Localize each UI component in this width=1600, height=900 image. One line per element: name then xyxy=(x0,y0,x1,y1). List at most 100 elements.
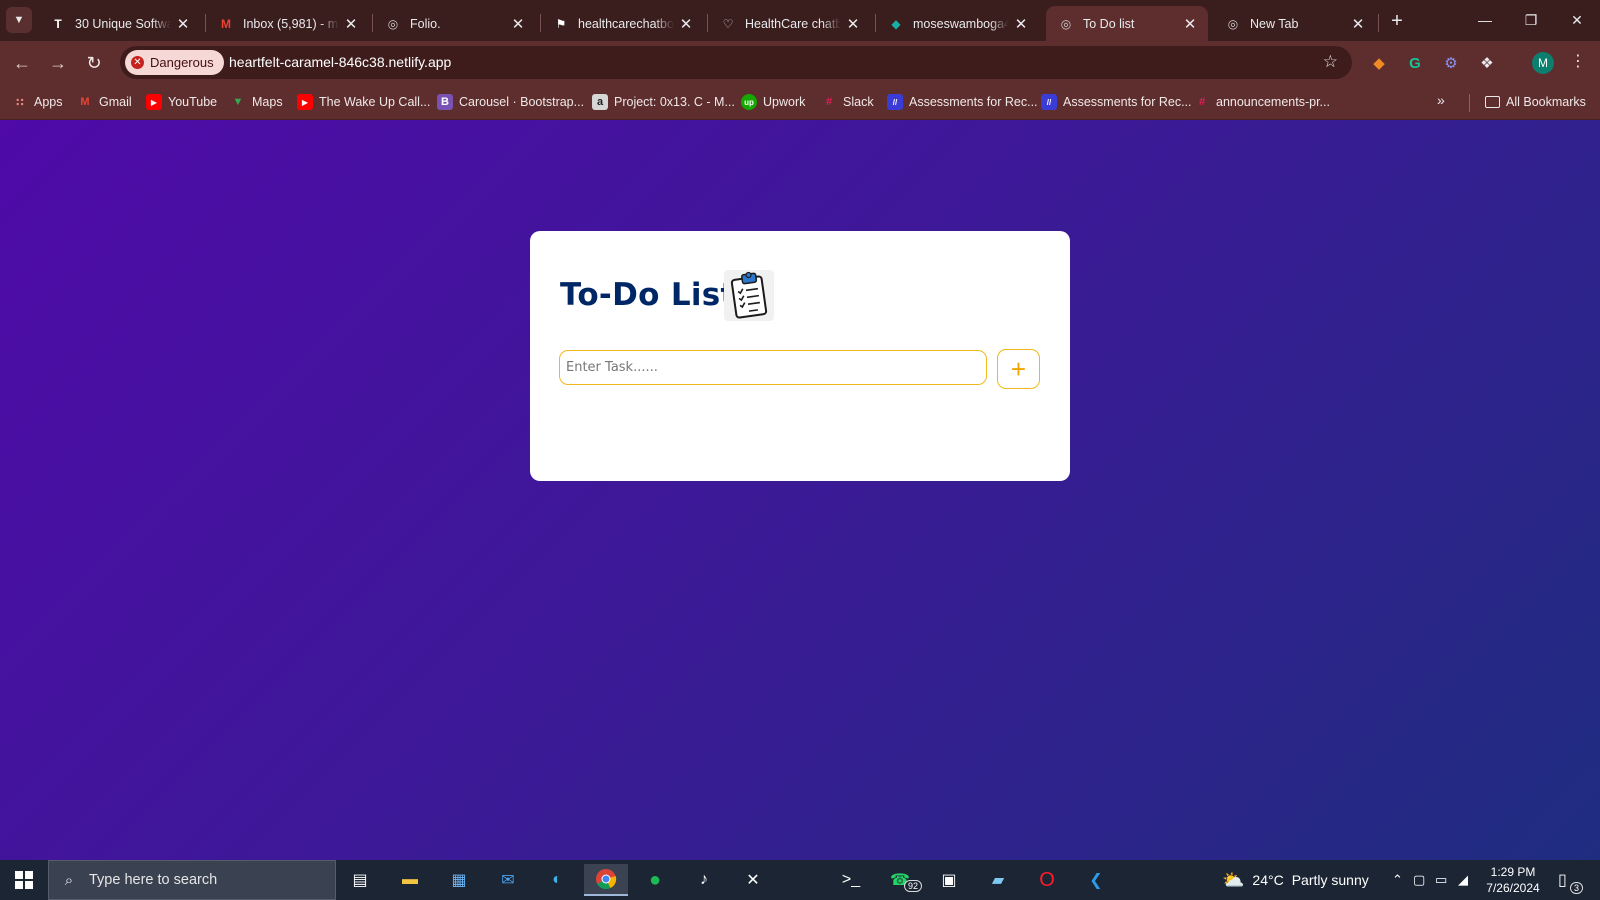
bootstrap-icon: B xyxy=(437,94,453,110)
tab-separator xyxy=(1378,14,1379,32)
notes-icon[interactable]: ▰ xyxy=(976,864,1020,896)
bookmark-announcements[interactable]: # announcements-pr... xyxy=(1194,92,1330,112)
all-bookmarks-button[interactable]: All Bookmarks xyxy=(1485,92,1586,112)
grammarly-extension-icon[interactable]: G xyxy=(1403,51,1427,75)
weather-temp: 24°C xyxy=(1252,872,1284,888)
new-tab-button[interactable]: + xyxy=(1385,9,1409,33)
task-view-icon[interactable]: ▤ xyxy=(338,864,382,896)
close-icon[interactable]: ✕ xyxy=(510,15,526,33)
alx-icon: a xyxy=(592,94,608,110)
close-icon[interactable]: ✕ xyxy=(343,15,359,33)
microsoft-store-icon[interactable]: ▦ xyxy=(437,864,481,896)
battery-icon[interactable]: ▭ xyxy=(1435,860,1447,900)
bookmark-upwork[interactable]: up Upwork xyxy=(741,92,805,112)
reload-icon: ↻ xyxy=(86,52,102,73)
bookmark-maps[interactable]: ▼ Maps xyxy=(230,92,283,112)
tab-search-button[interactable]: ▼ xyxy=(6,7,32,33)
bookmark-assessments-1[interactable]: // Assessments for Rec... xyxy=(887,92,1038,112)
close-icon[interactable]: ✕ xyxy=(1182,15,1198,33)
more-bookmarks-icon[interactable]: » xyxy=(1437,92,1445,108)
tab-5[interactable]: ◆ moseswamboga4 ✕ xyxy=(876,6,1039,41)
upwork-icon: up xyxy=(741,94,757,110)
url-text[interactable]: heartfelt-caramel-846c38.netlify.app xyxy=(229,54,451,70)
extensions-puzzle-icon[interactable]: ❖ xyxy=(1475,51,1499,75)
tab-3[interactable]: ⚑ healthcarechatbot ✕ xyxy=(541,6,704,41)
bookmark-youtube[interactable]: ▶ YouTube xyxy=(146,92,217,112)
notifications-icon[interactable]: ▯ xyxy=(1558,860,1567,900)
bookmark-label: Project: 0x13. C - M... xyxy=(614,95,735,109)
tray-overflow-icon[interactable]: ⌃ xyxy=(1392,860,1403,900)
browser-menu-icon[interactable]: ⋮ xyxy=(1568,51,1588,71)
bookmark-divider xyxy=(1469,94,1470,112)
minimize-icon: — xyxy=(1478,12,1492,28)
close-icon[interactable]: ✕ xyxy=(1013,15,1029,33)
bookmark-project-0x13[interactable]: a Project: 0x13. C - M... xyxy=(592,92,735,112)
close-icon[interactable]: ✕ xyxy=(678,15,694,33)
opera-icon[interactable]: O xyxy=(1025,864,1069,896)
bookmark-label: The Wake Up Call... xyxy=(319,95,431,109)
minimize-button[interactable]: — xyxy=(1462,0,1508,40)
forward-button[interactable]: → xyxy=(44,49,72,77)
mail-icon[interactable]: ✉ xyxy=(486,864,530,896)
app-icon[interactable]: ▣ xyxy=(927,864,971,896)
bookmark-assessments-2[interactable]: // Assessments for Rec... xyxy=(1041,92,1192,112)
address-bar[interactable]: ✕ Dangerous heartfelt-caramel-846c38.net… xyxy=(120,46,1352,79)
meet-now-icon[interactable]: ▢ xyxy=(1413,860,1425,900)
weather-widget[interactable]: ⛅ 24°C Partly sunny xyxy=(1222,860,1369,900)
vscode-icon[interactable]: ❮ xyxy=(1074,864,1118,896)
start-button[interactable] xyxy=(0,860,48,900)
system-clock[interactable]: 1:29 PM 7/26/2024 xyxy=(1478,864,1548,896)
profile-avatar[interactable]: M xyxy=(1532,52,1554,74)
tiktok-icon[interactable]: ♪ xyxy=(682,864,726,896)
todo-card: To-Do List + xyxy=(530,231,1070,481)
bookmark-carousel-bootstrap[interactable]: B Carousel · Bootstrap... xyxy=(437,92,584,112)
bookmark-wake-up-call[interactable]: ▶ The Wake Up Call... xyxy=(297,92,430,112)
file-explorer-icon[interactable]: ▬ xyxy=(388,864,432,896)
edge-browser-icon[interactable]: ◐ xyxy=(535,864,579,896)
tab-title: Inbox (5,981) - mo xyxy=(243,16,339,31)
security-chip[interactable]: ✕ Dangerous xyxy=(125,50,224,75)
all-bookmarks-label: All Bookmarks xyxy=(1506,95,1586,109)
bookmark-apps[interactable]: ∷ Apps xyxy=(12,92,62,112)
youtube-icon: ▶ xyxy=(297,94,313,110)
weather-text: Partly sunny xyxy=(1291,872,1369,888)
close-icon[interactable]: ✕ xyxy=(175,15,191,33)
bookmark-label: Upwork xyxy=(763,95,806,109)
bookmark-label: Carousel · Bootstrap... xyxy=(459,95,585,109)
tab-title: Folio. xyxy=(410,16,441,31)
spotify-icon[interactable]: ● xyxy=(633,864,677,896)
close-window-button[interactable]: ✕ xyxy=(1554,0,1600,40)
plus-icon: + xyxy=(1010,354,1027,384)
assessments-icon: // xyxy=(1041,94,1057,110)
tab-1[interactable]: M Inbox (5,981) - mo ✕ xyxy=(206,6,369,41)
restore-button[interactable]: ❐ xyxy=(1508,0,1554,40)
metamask-extension-icon[interactable]: ◆ xyxy=(1367,51,1391,75)
tab-active-todo[interactable]: ◎ To Do list ✕ xyxy=(1046,6,1208,41)
close-icon[interactable]: ✕ xyxy=(845,15,861,33)
wifi-icon[interactable]: ◢ xyxy=(1458,860,1468,900)
tab-7[interactable]: ◎ New Tab ✕ xyxy=(1213,6,1376,41)
tab-0[interactable]: T 30 Unique Software ✕ xyxy=(38,6,201,41)
close-icon[interactable]: ✕ xyxy=(1350,15,1366,33)
taskbar-search[interactable]: ⌕ Type here to search xyxy=(48,860,336,900)
x-twitter-icon[interactable]: ✕ xyxy=(731,864,775,896)
terminal-icon[interactable]: >_ xyxy=(829,864,873,896)
clock-date: 7/26/2024 xyxy=(1486,881,1540,895)
add-task-button[interactable]: + xyxy=(997,349,1040,389)
chrome-favicon-icon: ◎ xyxy=(1227,16,1239,31)
reload-button[interactable]: ↻ xyxy=(80,49,108,77)
tab-4[interactable]: ♡ HealthCare chatbot ✕ xyxy=(708,6,871,41)
bookmark-star-icon[interactable]: ☆ xyxy=(1323,52,1338,72)
task-input[interactable] xyxy=(559,350,987,385)
apps-grid-icon: ∷ xyxy=(16,96,24,109)
bookmark-gmail[interactable]: M Gmail xyxy=(77,92,131,112)
search-icon: ⌕ xyxy=(64,871,74,889)
bookmark-slack[interactable]: # Slack xyxy=(821,92,874,112)
back-button[interactable]: ← xyxy=(8,49,36,77)
tab-2[interactable]: ◎ Folio. ✕ xyxy=(373,6,536,41)
chrome-taskbar-icon[interactable] xyxy=(584,864,628,896)
profile-initial: M xyxy=(1538,56,1548,70)
windows-logo-icon xyxy=(15,871,33,889)
gear-extension-icon[interactable]: ⚙ xyxy=(1439,51,1463,75)
globe-favicon-icon: ◎ xyxy=(1060,16,1072,31)
